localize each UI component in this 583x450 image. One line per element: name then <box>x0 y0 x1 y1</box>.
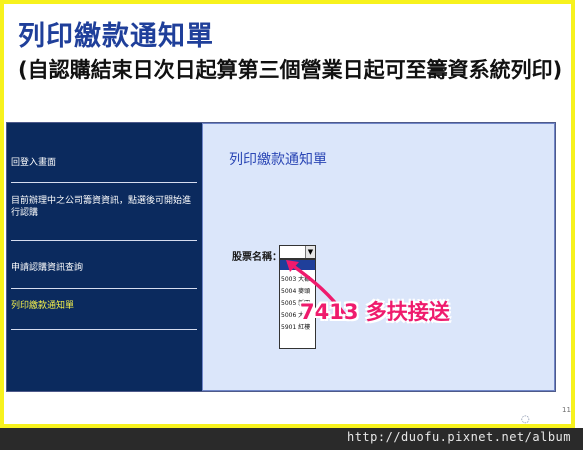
sidebar-divider <box>11 182 197 183</box>
slide-subtitle: (自認購結束日次日起算第三個營業日起可至籌資系統列印) <box>18 58 563 82</box>
sidebar-divider <box>11 240 197 241</box>
embedded-screenshot: 回登入畫面 目前辦理中之公司籌資資訊，點選後可開始進行認購 申請認購資訊查詢 列… <box>6 122 556 392</box>
sidebar-item-application-query[interactable]: 申請認購資訊查詢 <box>11 262 197 274</box>
slide-title: 列印繳款通知單 <box>18 21 214 52</box>
sidebar-item-login[interactable]: 回登入畫面 <box>11 157 197 169</box>
sidebar: 回登入畫面 目前辦理中之公司籌資資訊，點選後可開始進行認購 申請認購資訊查詢 列… <box>7 123 202 391</box>
callout-text: 7413 多扶接送 <box>300 300 450 324</box>
sidebar-item-current-fundraising[interactable]: 目前辦理中之公司籌資資訊，點選後可開始進行認購 <box>11 195 197 219</box>
watermark-url: http://duofu.pixnet.net/album <box>346 430 571 444</box>
content-title: 列印繳款通知單 <box>229 152 327 168</box>
sidebar-item-print-notice[interactable]: 列印繳款通知單 <box>11 300 197 312</box>
logo: ◌ <box>521 414 530 425</box>
sidebar-divider <box>11 288 197 289</box>
page-number: 11 <box>562 406 571 414</box>
stock-name-label: 股票名稱： <box>232 252 282 263</box>
sidebar-divider <box>11 329 197 330</box>
